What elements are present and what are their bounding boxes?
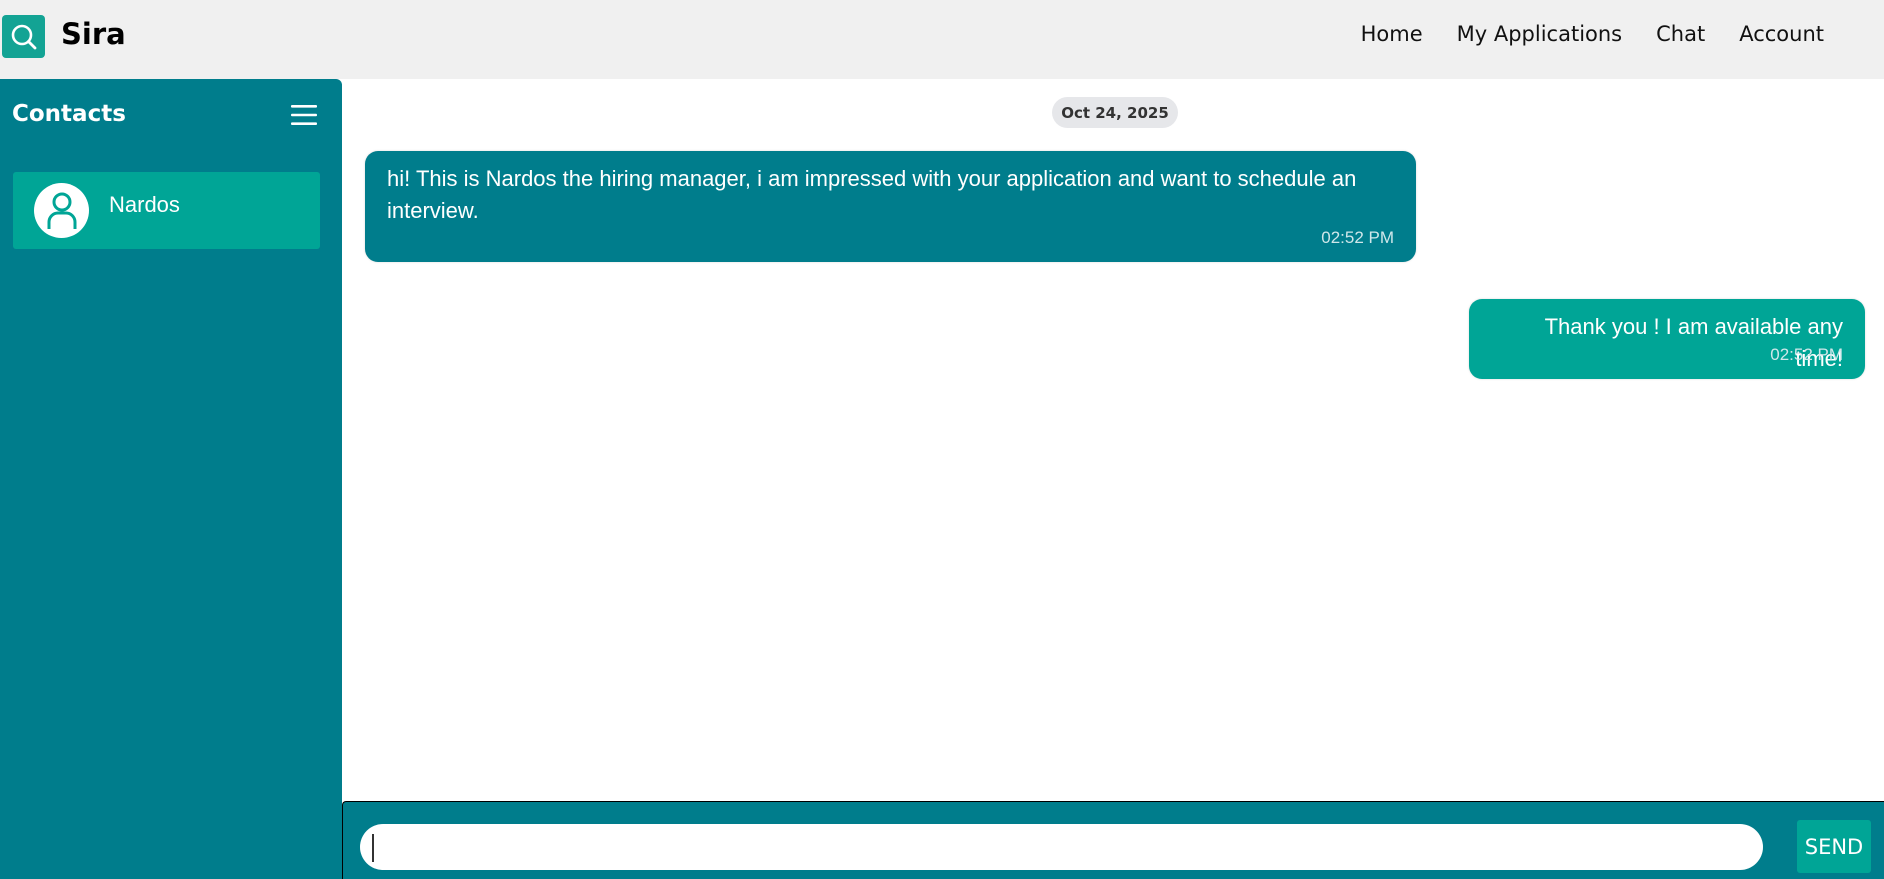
contact-name: Nardos xyxy=(109,192,180,217)
message-text: hi! This is Nardos the hiring manager, i… xyxy=(387,166,1357,223)
message-time: 02:52 PM xyxy=(1321,228,1394,247)
user-avatar-icon xyxy=(47,192,76,229)
nav-account[interactable]: Account xyxy=(1739,24,1824,45)
logo[interactable] xyxy=(2,15,45,58)
brand-name[interactable]: Sira xyxy=(61,20,126,49)
nav-home[interactable]: Home xyxy=(1361,24,1423,45)
message-incoming: hi! This is Nardos the hiring manager, i… xyxy=(365,151,1416,262)
message-time: 02:52 PM xyxy=(1770,345,1843,364)
date-separator: Oct 24, 2025 xyxy=(1052,97,1178,128)
message-composer: SEND xyxy=(342,801,1884,879)
contact-item-nardos[interactable]: Nardos xyxy=(13,172,320,249)
send-button[interactable]: SEND xyxy=(1797,820,1871,873)
text-caret xyxy=(372,834,374,862)
message-input[interactable] xyxy=(360,824,1763,870)
contacts-sidebar: Contacts Nardos xyxy=(0,79,342,879)
hamburger-menu-icon[interactable] xyxy=(291,104,317,126)
chat-panel: Oct 24, 2025 hi! This is Nardos the hiri… xyxy=(342,79,1884,801)
message-text: Thank you ! I am available any time! xyxy=(1544,314,1843,371)
contacts-title: Contacts xyxy=(12,101,126,127)
nav-chat[interactable]: Chat xyxy=(1656,24,1705,45)
main-nav: Home My Applications Chat Account xyxy=(1327,24,1824,45)
search-icon xyxy=(11,24,36,49)
message-outgoing: Thank you ! I am available any time! 02:… xyxy=(1469,299,1865,379)
nav-my-applications[interactable]: My Applications xyxy=(1457,24,1623,45)
avatar xyxy=(34,183,89,238)
top-navbar: Sira Home My Applications Chat Account xyxy=(0,0,1884,79)
